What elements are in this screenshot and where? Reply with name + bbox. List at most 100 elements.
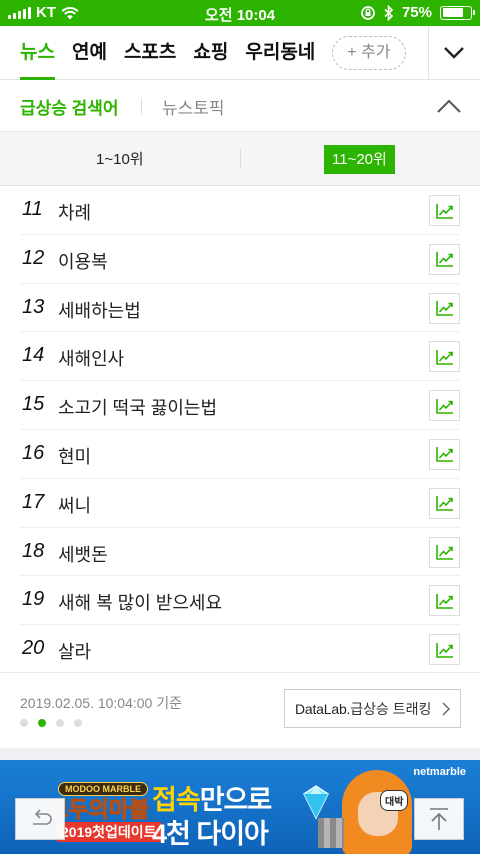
arrow-up-icon xyxy=(430,808,448,830)
page-indicator xyxy=(20,719,82,727)
keyword-rank: 11 xyxy=(22,198,43,220)
keyword-text[interactable]: 써니 xyxy=(58,492,91,518)
trend-chart-icon xyxy=(435,349,453,365)
trend-chart-icon xyxy=(435,496,453,512)
pixelated-object xyxy=(318,818,344,848)
trend-chart-button[interactable] xyxy=(429,487,460,519)
keyword-text[interactable]: 소고기 떡국 끓이는법 xyxy=(58,394,217,420)
tab-news[interactable]: 뉴스 xyxy=(20,26,55,80)
ad-headline-highlight: 접속 xyxy=(152,785,201,815)
ad-headline-rest: 만으로 xyxy=(199,785,273,815)
share-button[interactable] xyxy=(15,798,65,840)
ad-character: 대박 xyxy=(336,764,416,854)
page-dot[interactable] xyxy=(20,719,28,727)
datalab-label: 급상승 트래킹 xyxy=(350,700,432,717)
expand-tabs-button[interactable] xyxy=(428,26,480,80)
rising-keywords-tab[interactable]: 급상승 검색어 xyxy=(20,94,119,119)
trend-chart-icon xyxy=(435,545,453,560)
keyword-row[interactable]: 11 차례 xyxy=(20,186,460,235)
keyword-text[interactable]: 이용복 xyxy=(58,248,108,274)
trend-chart-icon xyxy=(435,398,453,414)
keyword-row[interactable]: 16 현미 xyxy=(20,430,460,479)
update-label: 2019첫업데이트 xyxy=(56,822,162,842)
keyword-row[interactable]: 13 세배하는법 xyxy=(20,284,460,333)
category-tabs: 뉴스 연예 스포츠 쇼핑 우리동네 + 추가 xyxy=(0,26,428,80)
datalab-brand: DataLab. xyxy=(295,700,351,717)
keyword-list: 11 차례 12 이용복 13 세배하는법 14 새해인사 15 소고기 떡국 … xyxy=(0,186,480,674)
chevron-right-icon xyxy=(442,702,450,716)
keyword-text[interactable]: 살라 xyxy=(58,638,91,664)
keyword-row[interactable]: 12 이용복 xyxy=(20,235,460,284)
collapse-button[interactable] xyxy=(434,92,464,120)
keyword-text[interactable]: 현미 xyxy=(58,443,91,469)
trend-chart-button[interactable] xyxy=(429,292,460,324)
keyword-text[interactable]: 새해인사 xyxy=(58,345,124,371)
scroll-top-button[interactable] xyxy=(414,798,464,840)
trend-chart-icon xyxy=(435,642,453,658)
keyword-row[interactable]: 18 세뱃돈 xyxy=(20,528,460,577)
page-dot[interactable] xyxy=(74,719,82,727)
trend-chart-icon xyxy=(435,593,453,609)
trend-chart-icon xyxy=(435,447,453,463)
keyword-rank: 15 xyxy=(22,393,45,416)
battery-fill xyxy=(442,8,463,17)
top-nav: 뉴스 연예 스포츠 쇼핑 우리동네 + 추가 xyxy=(0,26,480,80)
keyword-row[interactable]: 14 새해인사 xyxy=(20,332,460,382)
chevron-up-icon xyxy=(437,99,461,113)
section-divider xyxy=(141,98,142,114)
keyword-rank: 14 xyxy=(22,344,45,367)
list-footer: 2019.02.05. 10:04:00 기준 DataLab. 급상승 트래킹 xyxy=(0,672,480,748)
tab-shopping[interactable]: 쇼핑 xyxy=(193,26,228,80)
keyword-rank: 18 xyxy=(22,539,45,562)
trend-chart-button[interactable] xyxy=(429,585,460,617)
trend-chart-button[interactable] xyxy=(429,390,460,422)
keyword-text[interactable]: 세배하는법 xyxy=(58,297,141,323)
keyword-rank: 13 xyxy=(22,295,45,318)
range-divider xyxy=(240,149,241,169)
range-tab-1-10[interactable]: 1~10위 xyxy=(88,145,152,174)
keyword-rank: 12 xyxy=(22,246,45,269)
trend-chart-icon xyxy=(435,252,453,268)
keyword-text[interactable]: 세뱃돈 xyxy=(58,541,108,567)
tab-sports[interactable]: 스포츠 xyxy=(124,26,176,80)
tab-entertainment[interactable]: 연예 xyxy=(72,26,107,80)
keyword-text[interactable]: 차례 xyxy=(58,199,91,225)
trend-chart-icon xyxy=(435,203,453,219)
chevron-down-icon xyxy=(444,47,464,59)
ad-brand: netmarble xyxy=(413,766,466,778)
share-icon xyxy=(33,809,52,825)
trend-chart-icon xyxy=(435,301,453,316)
rank-range-tabs: 1~10위 11~20위 xyxy=(0,132,480,186)
news-topic-tab[interactable]: 뉴스토픽 xyxy=(162,94,225,119)
ad-banner[interactable]: netmarble MODOO MARBLE 모두의마블 2019첫업데이트 접… xyxy=(0,760,480,854)
range-tab-11-20[interactable]: 11~20위 xyxy=(324,145,395,174)
keyword-rank: 20 xyxy=(22,637,45,660)
ad-headline-2: 4천 다이아 xyxy=(152,819,269,849)
trend-chart-button[interactable] xyxy=(429,634,460,666)
keyword-row[interactable]: 15 소고기 떡국 끓이는법 xyxy=(20,381,460,430)
trend-chart-button[interactable] xyxy=(429,243,460,275)
keyword-row[interactable]: 19 새해 복 많이 받으세요 xyxy=(20,576,460,626)
update-timestamp: 2019.02.05. 10:04:00 기준 xyxy=(20,695,182,711)
battery-icon xyxy=(440,5,475,20)
datalab-tracking-button[interactable]: DataLab. 급상승 트래킹 xyxy=(284,689,461,728)
trend-chart-button[interactable] xyxy=(429,438,460,470)
trend-chart-button[interactable] xyxy=(429,341,460,373)
keyword-text[interactable]: 새해 복 많이 받으세요 xyxy=(58,589,222,615)
section-header: 급상승 검색어 뉴스토픽 xyxy=(0,80,480,132)
keyword-rank: 16 xyxy=(22,441,45,464)
keyword-row[interactable]: 17 써니 xyxy=(20,479,460,528)
keyword-rank: 17 xyxy=(22,490,45,513)
battery-percent: 75% xyxy=(401,4,432,21)
page-dot[interactable] xyxy=(56,719,64,727)
bluetooth-icon xyxy=(384,4,394,21)
tab-neighborhood[interactable]: 우리동네 xyxy=(245,26,315,80)
page-dot-active[interactable] xyxy=(38,719,46,727)
diamond-icon xyxy=(303,785,329,820)
section-gap xyxy=(0,748,480,760)
keyword-row[interactable]: 20 살라 xyxy=(20,625,460,674)
trend-chart-button[interactable] xyxy=(429,195,460,226)
add-tab-button[interactable]: + 추가 xyxy=(332,36,406,70)
trend-chart-button[interactable] xyxy=(429,536,460,568)
status-bar: KT 오전 10:04 75% xyxy=(0,0,480,26)
